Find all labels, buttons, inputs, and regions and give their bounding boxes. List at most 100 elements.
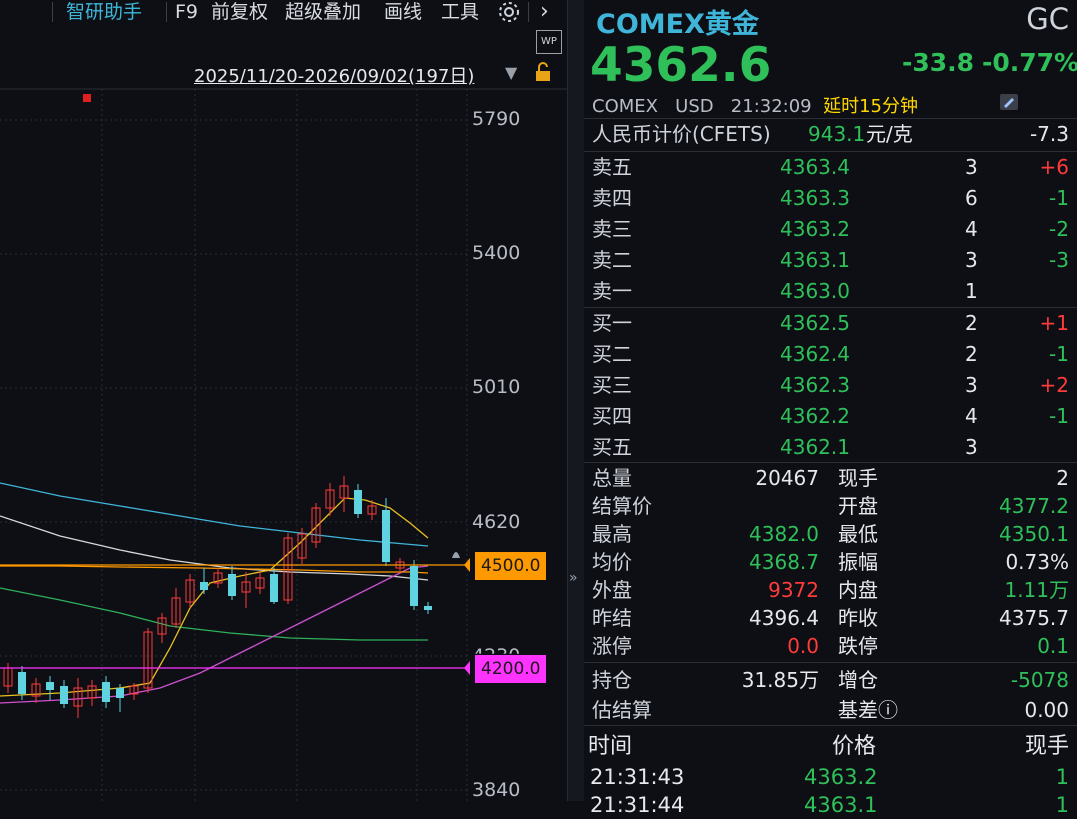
stat-row: 均价 4368.7 振幅 0.73% [584, 548, 1077, 576]
candlestick-chart[interactable] [0, 88, 567, 801]
candle [410, 560, 418, 610]
pane-divider[interactable]: » [567, 0, 585, 801]
stat-label: 外盘 [592, 578, 632, 602]
price-tag-arrow [464, 661, 470, 675]
ask-row[interactable]: 卖五 4363.4 3 +6 [584, 152, 1077, 183]
tick-volume: 1 [1055, 793, 1069, 817]
bid-row[interactable]: 买一 4362.5 2 +1 [584, 308, 1077, 339]
settings-gear-icon[interactable] [497, 0, 521, 24]
divider-line [584, 462, 1077, 463]
bid-row[interactable]: 买二 4362.4 2 -1 [584, 339, 1077, 370]
stat-label: 昨收 [838, 606, 878, 630]
bid-volume: 2 [965, 342, 978, 366]
bid-price: 4362.1 [780, 435, 850, 459]
ask-volume: 4 [965, 217, 978, 241]
bid-vol-change: -1 [1049, 342, 1069, 366]
stat-label: 开盘 [838, 494, 878, 518]
more-arrow-icon[interactable]: › [540, 0, 549, 24]
y-axis-tick: 3840 [472, 779, 521, 801]
bid-price: 4362.5 [780, 311, 850, 335]
edit-pencil-icon[interactable] [1000, 94, 1018, 110]
bid-row[interactable]: 买三 4362.3 3 +2 [584, 370, 1077, 401]
ask-label: 卖二 [592, 248, 632, 272]
stat-value: 4368.7 [749, 550, 819, 574]
collapse-arrow-icon[interactable]: » [569, 570, 578, 586]
cny-value: 943.1 [808, 122, 866, 146]
y-axis-tick: 5010 [472, 376, 521, 398]
bid-price: 4362.2 [780, 404, 850, 428]
cny-change: -7.3 [1029, 122, 1069, 146]
ticks-header-time: 时间 [588, 734, 633, 759]
stat-value: 1.11万 [1004, 578, 1069, 602]
candle [102, 676, 110, 708]
ask-label: 卖五 [592, 155, 632, 179]
range-dropdown-icon[interactable]: ▼ [505, 63, 517, 82]
candle [339, 476, 349, 512]
stat-label: 最高 [592, 522, 632, 546]
ask-volume: 6 [965, 186, 978, 210]
currency-label: USD [675, 96, 714, 117]
stat-label: 持仓 [592, 668, 632, 692]
ma-line-orange [0, 565, 429, 574]
bid-price: 4362.4 [780, 342, 850, 366]
ask-row[interactable]: 卖三 4363.2 4 -2 [584, 214, 1077, 245]
stat-value: 2 [1056, 466, 1069, 490]
bid-volume: 4 [965, 404, 978, 428]
candle [424, 602, 432, 614]
candle [200, 568, 208, 594]
adjust-button[interactable]: 前复权 [211, 0, 268, 24]
stat-label: 振幅 [838, 550, 878, 574]
divider-line [584, 725, 1077, 726]
price-change: -33.8 [902, 48, 975, 77]
ask-vol-change: -1 [1049, 186, 1069, 210]
price-tag-lower[interactable]: 4200.0 [475, 655, 547, 683]
stat-label: 基差ⓘ [838, 698, 898, 722]
alert-bell-icon [452, 552, 460, 558]
ask-price: 4363.1 [780, 248, 850, 272]
ask-row[interactable]: 卖一 4363.0 1 [584, 276, 1077, 307]
stat-label: 涨停 [592, 634, 632, 658]
date-range-label[interactable]: 2025/11/20-2026/09/02(197日) [194, 62, 474, 88]
chart-toolbar: 智研助手 F9 前复权 超级叠加 画线 工具 › [0, 0, 567, 26]
assistant-button[interactable]: 智研助手 [66, 0, 142, 24]
ask-price: 4363.2 [780, 217, 850, 241]
tools-button[interactable]: 工具 [441, 0, 479, 24]
stat-value: 0.00 [1024, 698, 1069, 722]
candle [213, 568, 223, 588]
stat-label: 内盘 [838, 578, 878, 602]
instrument-name: COMEX黄金 [596, 9, 759, 40]
wp-badge-icon[interactable]: WP [536, 30, 562, 54]
candle [270, 568, 278, 604]
overlay-button[interactable]: 超级叠加 [285, 0, 361, 24]
marker-flag [83, 94, 91, 102]
ask-row[interactable]: 卖二 4363.1 3 -3 [584, 245, 1077, 276]
bid-price: 4362.3 [780, 373, 850, 397]
kline-chart-pane[interactable]: 智研助手 F9 前复权 超级叠加 画线 工具 › WP 2025/11/20-2… [0, 0, 567, 801]
draw-line-button[interactable]: 画线 [384, 0, 422, 24]
ask-label: 卖四 [592, 186, 632, 210]
stat-row: 昨结 4396.4 昨收 4375.7 [584, 604, 1077, 632]
f9-button[interactable]: F9 [175, 0, 198, 24]
stat-value: -5078 [1010, 668, 1069, 692]
stat-label: 最低 [838, 522, 878, 546]
ask-price: 4363.0 [780, 279, 850, 303]
bid-row[interactable]: 买五 4362.1 3 [584, 432, 1077, 463]
ticks-header-vol: 现手 [1024, 734, 1069, 759]
ask-price: 4363.4 [780, 155, 850, 179]
price-tag-upper[interactable]: 4500.0 [475, 552, 547, 580]
candle [228, 566, 236, 600]
divider-line [584, 662, 1077, 663]
lock-icon[interactable] [534, 62, 552, 86]
stat-label: 均价 [592, 550, 632, 574]
stat-label: 跌停 [838, 634, 878, 658]
bid-row[interactable]: 买四 4362.2 4 -1 [584, 401, 1077, 432]
ask-label: 卖一 [592, 279, 632, 303]
tick-volume: 1 [1055, 765, 1069, 789]
ask-row[interactable]: 卖四 4363.3 6 -1 [584, 183, 1077, 214]
stat-row: 涨停 0.0 跌停 0.1 [584, 632, 1077, 660]
price-change-pct: -0.77% [982, 48, 1077, 77]
stat-value: 4382.0 [749, 522, 819, 546]
stat-value: 4396.4 [749, 606, 819, 630]
last-price: 4362.6 [590, 38, 772, 93]
stat-value: 0.0 [787, 634, 819, 658]
